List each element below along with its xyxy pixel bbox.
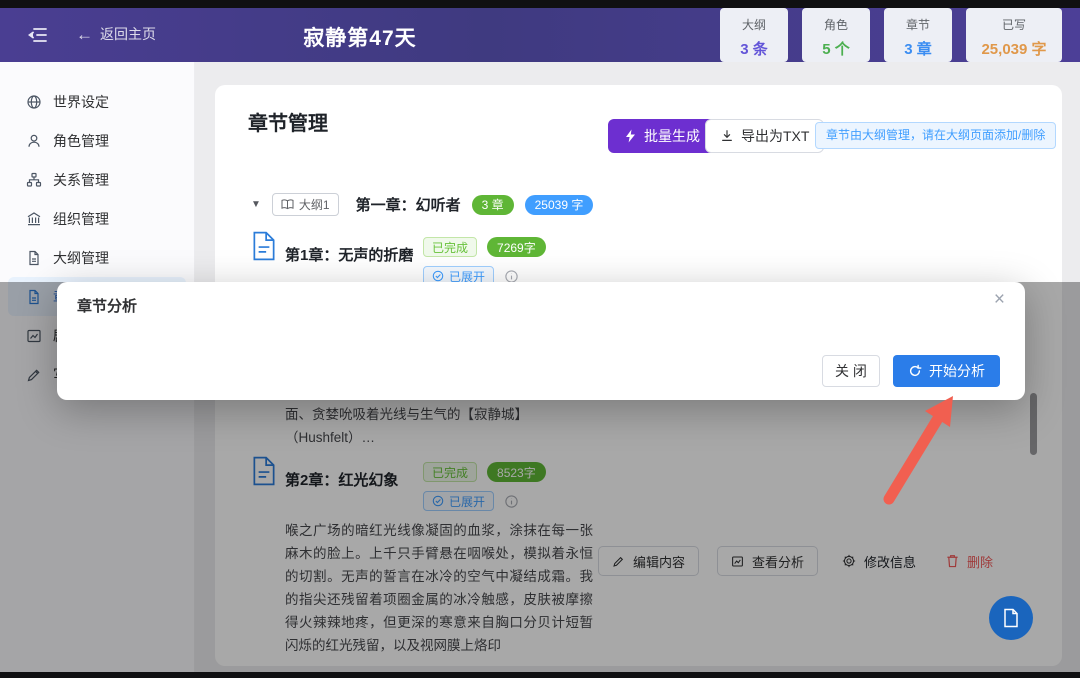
outline-word-count-pill: 25039 字 xyxy=(525,195,594,215)
floating-doc-button[interactable] xyxy=(989,596,1033,640)
modal-footer: 关 闭 开始分析 xyxy=(822,355,1000,387)
close-icon[interactable]: × xyxy=(994,290,1005,309)
sitemap-icon xyxy=(26,172,42,188)
batch-generate-button[interactable]: 批量生成 xyxy=(608,119,716,153)
sidebar-item-world-settings[interactable]: 世界设定 xyxy=(0,82,194,121)
sidebar-item-relation-management[interactable]: 关系管理 xyxy=(0,160,194,199)
bank-icon xyxy=(26,211,42,227)
check-circle-icon xyxy=(432,270,444,282)
chapter-analysis-modal: 章节分析 × 关 闭 开始分析 xyxy=(57,282,1025,400)
user-icon xyxy=(26,133,42,149)
modal-title: 章节分析 xyxy=(77,295,137,316)
chapter1-word-pill: 7269字 xyxy=(487,237,546,257)
stat-written-words: 已写 25,039 字 xyxy=(966,8,1062,62)
book-icon xyxy=(281,199,294,210)
download-icon xyxy=(720,129,734,143)
start-analysis-button[interactable]: 开始分析 xyxy=(893,355,1000,387)
outline-badge: 大纲1 xyxy=(272,193,339,216)
screen: ← 返回主页 寂静第47天 大纲 3 条 角色 5 个 章节 3 章 已写 xyxy=(0,0,1080,678)
modal-close-button[interactable]: 关 闭 xyxy=(822,355,880,387)
chapter-notice-chip: 章节由大纲管理，请在大纲页面添加/删除 xyxy=(815,122,1056,149)
stats-cards: 大纲 3 条 角色 5 个 章节 3 章 已写 25,039 字 xyxy=(720,8,1062,62)
outline-title: 第一章：幻听者 xyxy=(356,194,461,215)
chapter1-title[interactable]: 第1章：无声的折磨 xyxy=(285,244,413,265)
collapse-triangle-icon[interactable]: ▼ xyxy=(251,199,261,210)
outline-chapter-count-pill: 3 章 xyxy=(472,195,514,215)
app-window: ← 返回主页 寂静第47天 大纲 3 条 角色 5 个 章节 3 章 已写 xyxy=(0,8,1080,672)
sidebar-item-role-management[interactable]: 角色管理 xyxy=(0,121,194,160)
chapter1-badges: 已完成 7269字 xyxy=(423,237,546,257)
globe-icon xyxy=(26,94,42,110)
stat-chapter-count: 章节 3 章 xyxy=(884,8,952,62)
refresh-icon xyxy=(908,364,922,378)
stat-role-count: 角色 5 个 xyxy=(802,8,870,62)
page-title: 章节管理 xyxy=(248,107,328,136)
doc-icon xyxy=(1002,608,1020,628)
outline-group-row[interactable]: ▼ 大纲1 第一章：幻听者 3 章 25039 字 xyxy=(251,193,593,216)
export-txt-button[interactable]: 导出为TXT xyxy=(705,119,824,153)
sidebar-item-outline-management[interactable]: 大纲管理 xyxy=(0,238,194,277)
stat-outline-count: 大纲 3 条 xyxy=(720,8,788,62)
project-title: 寂静第47天 xyxy=(0,22,720,52)
top-header: ← 返回主页 寂静第47天 大纲 3 条 角色 5 个 章节 3 章 已写 xyxy=(0,8,1080,62)
sidebar-item-organization-management[interactable]: 组织管理 xyxy=(0,199,194,238)
file-icon xyxy=(26,250,42,266)
chapter1-status-badge: 已完成 xyxy=(423,237,477,257)
magic-bolt-icon xyxy=(624,129,637,143)
chapter1-doc-icon xyxy=(251,231,277,261)
